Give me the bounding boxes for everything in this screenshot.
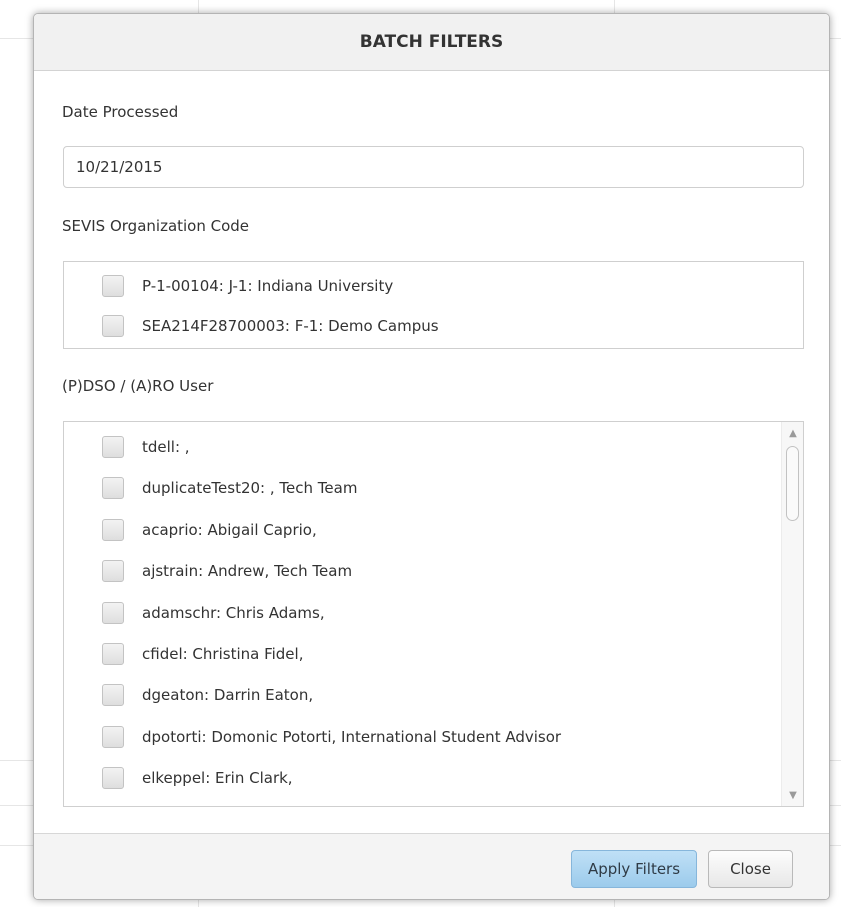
checkbox[interactable] [102, 315, 124, 337]
user-item[interactable]: acaprio: Abigail Caprio, [102, 515, 317, 545]
checkbox[interactable] [102, 560, 124, 582]
checkbox[interactable] [102, 519, 124, 541]
user-item-label: adamschr: Chris Adams, [142, 604, 325, 622]
org-item-label: P-1-00104: J-1: Indiana University [142, 277, 394, 295]
date-processed-label: Date Processed [62, 103, 179, 121]
user-item-label: duplicateTest20: , Tech Team [142, 479, 358, 497]
org-item[interactable]: SEA214F28700003: F-1: Demo Campus [102, 311, 439, 341]
user-list: tdell: , duplicateTest20: , Tech Team ac… [63, 421, 804, 807]
user-item[interactable]: dgeaton: Darrin Eaton, [102, 680, 313, 710]
dialog-footer: Apply Filters Close [34, 833, 829, 899]
scroll-thumb[interactable] [786, 446, 799, 521]
user-item-label: elkeppel: Erin Clark, [142, 769, 293, 787]
user-item-label: dpotorti: Domonic Potorti, International… [142, 728, 562, 746]
batch-filters-dialog: BATCH FILTERS Date Processed SEVIS Organ… [33, 13, 830, 900]
user-item-label: cfidel: Christina Fidel, [142, 645, 304, 663]
checkbox[interactable] [102, 477, 124, 499]
checkbox[interactable] [102, 726, 124, 748]
close-button[interactable]: Close [708, 850, 793, 888]
checkbox[interactable] [102, 436, 124, 458]
user-item-label: tdell: , [142, 438, 190, 456]
checkbox[interactable] [102, 275, 124, 297]
apply-filters-button[interactable]: Apply Filters [571, 850, 697, 888]
user-item[interactable]: elkeppel: Erin Clark, [102, 763, 293, 793]
scroll-up-arrow-icon[interactable]: ▲ [782, 424, 803, 442]
checkbox[interactable] [102, 643, 124, 665]
user-list-scrollbar[interactable]: ▲ ▼ [781, 422, 803, 806]
scroll-down-arrow-icon[interactable]: ▼ [782, 786, 803, 804]
checkbox[interactable] [102, 684, 124, 706]
user-item[interactable]: cfidel: Christina Fidel, [102, 639, 303, 669]
user-item[interactable]: duplicateTest20: , Tech Team [102, 473, 357, 503]
user-item-label: dgeaton: Darrin Eaton, [142, 686, 314, 704]
checkbox[interactable] [102, 767, 124, 789]
org-code-list: P-1-00104: J-1: Indiana University SEA21… [63, 261, 804, 349]
org-code-label: SEVIS Organization Code [62, 217, 250, 235]
user-item[interactable]: adamschr: Chris Adams, [102, 598, 325, 628]
user-item-label: acaprio: Abigail Caprio, [142, 521, 317, 539]
checkbox[interactable] [102, 602, 124, 624]
dialog-title: BATCH FILTERS [34, 14, 829, 71]
user-item-label: ajstrain: Andrew, Tech Team [142, 562, 353, 580]
user-item[interactable]: tdell: , [102, 432, 190, 462]
org-item-label: SEA214F28700003: F-1: Demo Campus [142, 317, 439, 335]
user-label: (P)DSO / (A)RO User [62, 377, 214, 395]
org-item[interactable]: P-1-00104: J-1: Indiana University [102, 271, 393, 301]
date-processed-input[interactable] [63, 146, 804, 188]
user-item[interactable]: dpotorti: Domonic Potorti, International… [102, 722, 561, 752]
user-item[interactable]: ajstrain: Andrew, Tech Team [102, 556, 352, 586]
